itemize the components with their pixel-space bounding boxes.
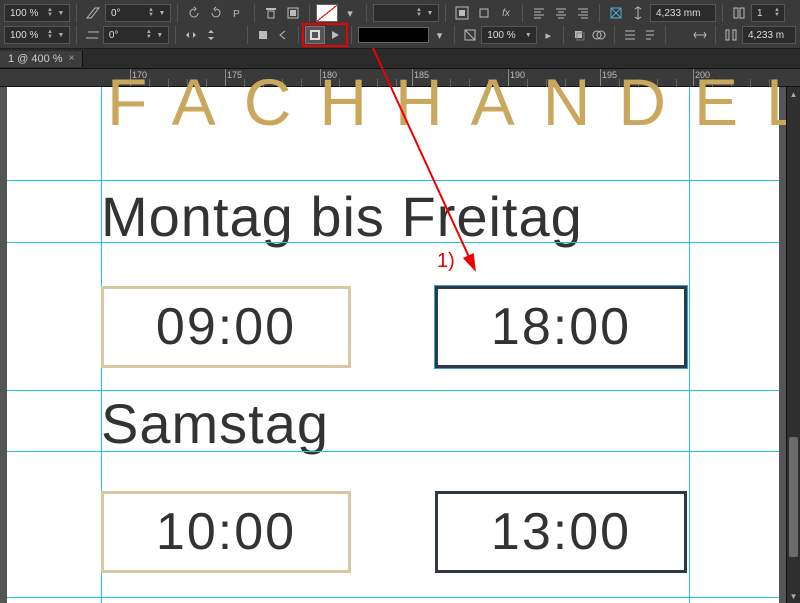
char-panel-icon[interactable]: P (228, 4, 248, 22)
text-wrap-icon[interactable] (452, 4, 472, 22)
apply-to-container-icon[interactable] (305, 26, 325, 44)
scale-x-value: 100 % (7, 8, 45, 19)
auto-size-icon[interactable] (621, 26, 639, 44)
dropdown-caret-icon[interactable]: ▼ (522, 32, 534, 39)
stepper-arrows-icon[interactable]: ▲▼ (146, 8, 156, 18)
dropdown-caret-icon[interactable]: ▼ (55, 10, 67, 17)
select-content-icon[interactable] (254, 26, 272, 44)
page[interactable]: FACHHANDEL Montag bis Freitag 09:00 18:0… (7, 87, 779, 603)
annotation-label: 1) (437, 250, 455, 273)
rotate-cw-icon[interactable] (206, 4, 226, 22)
document-tab[interactable]: 1 @ 400 % × (0, 51, 83, 67)
workspace: FACHHANDEL Montag bis Freitag 09:00 18:0… (0, 87, 800, 603)
stepper-arrows-icon[interactable]: ▲▼ (144, 30, 154, 40)
gutter-combo[interactable]: 4,233 m (742, 26, 796, 44)
opacity-combo[interactable]: 100 % ▼ (481, 26, 537, 44)
dropdown-caret-icon[interactable]: ▼ (424, 10, 436, 17)
shear-h-icon[interactable] (83, 26, 101, 44)
rotate-ccw-icon[interactable] (184, 4, 204, 22)
rotate-combo-a[interactable]: 0° ▲▼ ▼ (105, 4, 171, 22)
document-tabstrip: 1 @ 400 % × (0, 49, 800, 69)
fx-icon[interactable]: fx (496, 4, 516, 22)
svg-text:P: P (233, 9, 240, 20)
time-value: 09:00 (156, 297, 296, 357)
timebox-mf-open[interactable]: 09:00 (101, 286, 351, 368)
time-value: 10:00 (156, 502, 296, 562)
timebox-sa-close[interactable]: 13:00 (435, 491, 687, 573)
width-icon[interactable] (691, 26, 709, 44)
select-container-icon[interactable] (283, 4, 303, 22)
stroke-caret-icon[interactable]: ▾ (431, 26, 449, 44)
flip-h-icon[interactable] (182, 26, 200, 44)
guide-h-2[interactable] (7, 242, 779, 243)
gutter-value: 4,233 m (745, 30, 793, 41)
heading-saturday[interactable]: Samstag (101, 391, 329, 456)
text-wrap-bounding-icon[interactable] (474, 4, 494, 22)
heading-weekdays[interactable]: Montag bis Freitag (101, 184, 583, 249)
dropdown-caret-icon[interactable]: ▼ (156, 10, 168, 17)
scale-y-value: 100 % (7, 30, 45, 41)
scale-y-combo[interactable]: 100 % ▲▼ ▼ (4, 26, 70, 44)
guide-vertical-right[interactable] (689, 87, 690, 603)
guide-h-1[interactable] (7, 180, 779, 181)
masthead-text[interactable]: FACHHANDEL (107, 69, 800, 135)
blend-icon[interactable] (590, 26, 608, 44)
align-top-icon[interactable] (261, 4, 281, 22)
guide-h-5[interactable] (7, 597, 779, 598)
viewport[interactable]: FACHHANDEL Montag bis Freitag 09:00 18:0… (7, 87, 786, 603)
height-icon[interactable] (628, 4, 648, 22)
rotate-value-b: 0° (106, 30, 144, 41)
vertical-scrollbar[interactable]: ▲ ▼ (786, 87, 800, 603)
fill-caret-icon[interactable]: ▾ (340, 4, 360, 22)
para-align-right-icon[interactable] (573, 4, 593, 22)
close-icon[interactable]: × (69, 53, 75, 64)
columns-value: 1 (754, 8, 772, 19)
timebox-sa-open[interactable]: 10:00 (101, 491, 351, 573)
para-align-center-icon[interactable] (551, 4, 571, 22)
stepper-arrows-icon[interactable]: ▲▼ (414, 8, 424, 18)
toolbar-row-1: 100 % ▲▼ ▼ 0° ▲▼ ▼ P ▾ ▲▼ ▼ fx (4, 2, 796, 24)
stepper-arrows-icon[interactable]: ▲▼ (45, 30, 55, 40)
drop-shadow-icon[interactable] (570, 26, 588, 44)
control-toolbar: 100 % ▲▼ ▼ 0° ▲▼ ▼ P ▾ ▲▼ ▼ fx (0, 0, 800, 49)
apply-to-content-icon[interactable] (325, 26, 345, 44)
story-dir-icon[interactable] (641, 26, 659, 44)
columns-icon[interactable] (729, 4, 749, 22)
stroke-weight-combo[interactable]: ▲▼ ▼ (373, 4, 439, 22)
guide-h-4[interactable] (7, 451, 779, 452)
time-value: 13:00 (491, 502, 631, 562)
fill-swatch[interactable] (316, 4, 338, 22)
timebox-mf-close-selected[interactable]: 18:00 (435, 286, 687, 368)
scroll-up-icon[interactable]: ▲ (787, 87, 800, 101)
gutter-icon[interactable] (722, 26, 740, 44)
shear-icon[interactable] (83, 4, 103, 22)
stroke-swatch[interactable] (358, 27, 429, 43)
frame-fit-icon[interactable] (606, 4, 626, 22)
document-tab-title: 1 @ 400 % (8, 53, 63, 65)
opacity-value: 100 % (484, 30, 522, 41)
time-value: 18:00 (491, 297, 631, 357)
flip-v-icon[interactable] (202, 26, 220, 44)
rotate-value-a: 0° (108, 8, 146, 19)
stepper-arrows-icon[interactable]: ▲▼ (45, 8, 55, 18)
opacity-more-icon[interactable]: ▸ (539, 26, 557, 44)
opacity-icon[interactable] (461, 26, 479, 44)
select-prev-icon[interactable] (274, 26, 292, 44)
height-value: 4,233 mm (653, 8, 713, 19)
height-combo[interactable]: 4,233 mm (650, 4, 716, 22)
dropdown-caret-icon[interactable]: ▼ (55, 32, 67, 39)
para-align-left-icon[interactable] (529, 4, 549, 22)
dropdown-caret-icon[interactable]: ▼ (154, 32, 166, 39)
scroll-thumb[interactable] (789, 437, 798, 557)
scale-x-combo[interactable]: 100 % ▲▼ ▼ (4, 4, 70, 22)
scroll-down-icon[interactable]: ▼ (787, 589, 800, 603)
stroke-weight-value (376, 8, 414, 19)
stepper-arrows-icon[interactable]: ▲▼ (772, 8, 782, 18)
rotate-combo-b[interactable]: 0° ▲▼ ▼ (103, 26, 169, 44)
toolbar-row-2: 100 % ▲▼ ▼ 0° ▲▼ ▼ ▾ 100 % (4, 24, 796, 46)
columns-combo[interactable]: 1 ▲▼ (751, 4, 785, 22)
